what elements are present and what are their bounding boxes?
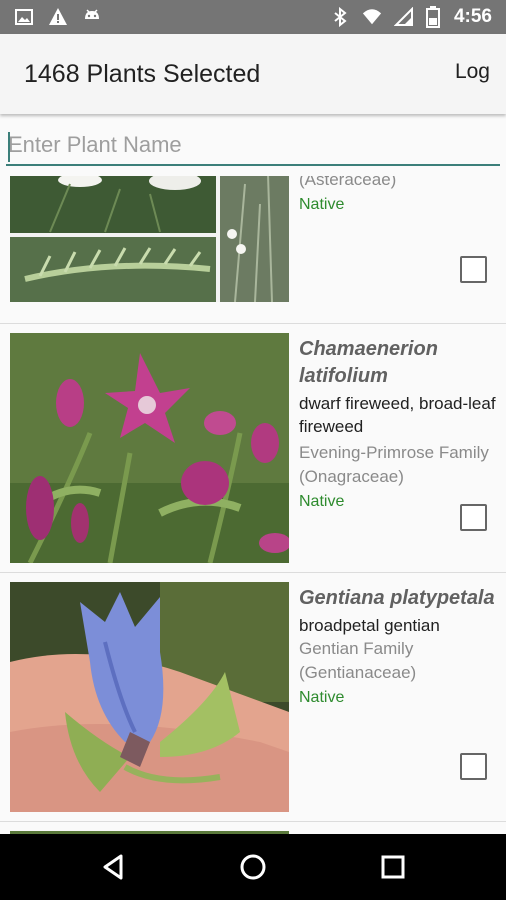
log-button[interactable]: Log (455, 60, 490, 84)
signal-icon (393, 7, 413, 26)
home-icon[interactable] (237, 851, 269, 883)
scientific-name: Gentiana platypetala (299, 587, 495, 609)
list-item[interactable]: (Asteraceae) Native (0, 176, 506, 324)
app-bar: 1468 Plants Selected Log (0, 34, 506, 114)
status-time: 4:56 (453, 6, 492, 27)
select-checkbox[interactable] (460, 504, 487, 531)
list-item[interactable] (0, 822, 506, 834)
status-bar: 4:56 (0, 0, 506, 34)
list-item[interactable]: Gentiana platypetala broadpetal gentian … (0, 573, 506, 822)
fireweed-photo (10, 333, 289, 563)
image-icon (15, 9, 33, 25)
warning-icon (49, 8, 67, 25)
plant-list[interactable]: (Asteraceae) Native Chamaenerion latifol… (0, 176, 506, 834)
navigation-bar (0, 834, 506, 900)
android-icon (85, 9, 99, 19)
page-title: 1468 Plants Selected (24, 60, 261, 88)
recents-icon[interactable] (377, 851, 409, 883)
plant-family: Evening-Primrose Family (Onagraceae) (299, 443, 489, 486)
scientific-name: Chamaenerion latifolium (299, 338, 438, 387)
back-icon[interactable] (97, 851, 129, 883)
select-checkbox[interactable] (460, 256, 487, 283)
yarrow-photo (10, 176, 289, 302)
wifi-icon (362, 9, 382, 25)
search-input[interactable] (6, 126, 500, 166)
plant-info: (Asteraceae) Native (299, 176, 499, 217)
text-cursor (8, 132, 10, 162)
common-name: dwarf fireweed, broad-leaf fireweed (299, 394, 496, 436)
native-status: Native (299, 196, 345, 213)
plant-info: Chamaenerion latifolium dwarf fireweed, … (299, 336, 499, 514)
plant-info: Gentiana platypetala broadpetal gentian … (299, 585, 499, 710)
common-name: broadpetal gentian (299, 616, 440, 635)
plant-family: (Asteraceae) (299, 176, 397, 189)
select-checkbox[interactable] (460, 753, 487, 780)
bluetooth-icon (334, 7, 347, 27)
battery-icon (425, 6, 440, 28)
gentian-photo (10, 582, 289, 812)
native-status: Native (299, 689, 345, 706)
search-bar (0, 114, 506, 176)
list-item[interactable]: Chamaenerion latifolium dwarf fireweed, … (0, 324, 506, 573)
plant-family: Gentian Family (Gentianaceae) (299, 639, 417, 682)
